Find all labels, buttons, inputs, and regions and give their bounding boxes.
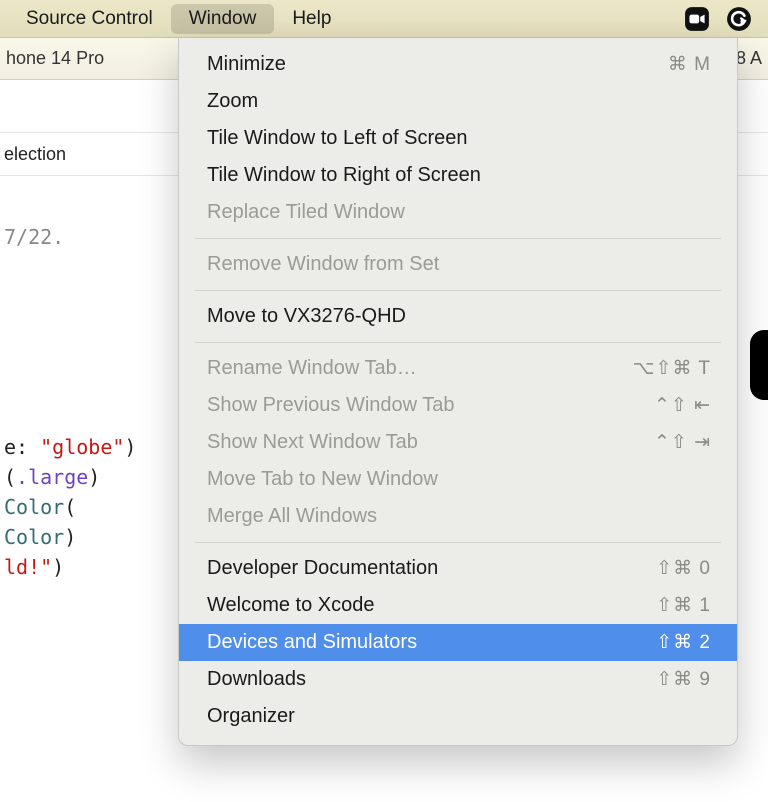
menu-item-label: Downloads: [207, 668, 656, 691]
code-line-5: ld!"): [4, 555, 64, 579]
menu-item-show-previous-window-tab: Show Previous Window Tab⌃⇧ ⇤: [179, 387, 737, 424]
menu-item-label: Move to VX3276-QHD: [207, 305, 711, 328]
menu-item-move-tab-to-new-window: Move Tab to New Window: [179, 461, 737, 498]
toolbar-right-text: 8 A: [736, 48, 764, 69]
menu-item-shortcut: ⇧⌘ 1: [656, 594, 711, 617]
facetime-icon[interactable]: [682, 4, 712, 34]
menu-item-welcome-to-xcode[interactable]: Welcome to Xcode⇧⌘ 1: [179, 587, 737, 624]
menu-item-label: Merge All Windows: [207, 505, 711, 528]
menu-window[interactable]: Window: [171, 4, 275, 34]
menu-item-label: Rename Window Tab…: [207, 357, 633, 380]
menu-item-devices-and-simulators[interactable]: Devices and Simulators⇧⌘ 2: [179, 624, 737, 661]
menu-item-zoom[interactable]: Zoom: [179, 83, 737, 120]
menu-item-label: Welcome to Xcode: [207, 594, 656, 617]
menu-item-shortcut: ⇧⌘ 2: [656, 631, 711, 654]
menu-item-shortcut: ⌘ M: [668, 53, 711, 76]
menu-item-tile-window-to-left-of-screen[interactable]: Tile Window to Left of Screen: [179, 120, 737, 157]
menu-separator: [195, 342, 721, 343]
menu-item-label: Move Tab to New Window: [207, 468, 711, 491]
menu-help[interactable]: Help: [274, 4, 349, 34]
grammarly-icon[interactable]: [724, 4, 754, 34]
menu-item-label: Show Next Window Tab: [207, 431, 654, 454]
menu-item-label: Show Previous Window Tab: [207, 394, 654, 417]
menu-item-developer-documentation[interactable]: Developer Documentation⇧⌘ 0: [179, 550, 737, 587]
menu-item-shortcut: ⌃⇧ ⇤: [654, 394, 711, 417]
preview-device-edge: [750, 330, 768, 400]
menu-item-label: Tile Window to Right of Screen: [207, 164, 711, 187]
menu-item-label: Remove Window from Set: [207, 253, 711, 276]
menu-item-shortcut: ⇧⌘ 0: [656, 557, 711, 580]
code-line-2: (.large): [4, 465, 100, 489]
menu-item-label: Tile Window to Left of Screen: [207, 127, 711, 150]
menu-item-downloads[interactable]: Downloads⇧⌘ 9: [179, 661, 737, 698]
device-selector[interactable]: hone 14 Pro: [4, 48, 104, 69]
code-line-3: Color(: [4, 495, 76, 519]
menu-item-label: Developer Documentation: [207, 557, 656, 580]
menu-item-label: Zoom: [207, 90, 711, 113]
menu-item-label: Minimize: [207, 53, 668, 76]
code-line-1: e: "globe"): [4, 435, 136, 459]
menu-source-control[interactable]: Source Control: [8, 4, 171, 34]
menu-separator: [195, 290, 721, 291]
menu-separator: [195, 238, 721, 239]
code-comment: 7/22.: [4, 225, 64, 249]
menu-item-shortcut: ⌃⇧ ⇥: [654, 431, 711, 454]
menu-item-label: Organizer: [207, 705, 711, 728]
menu-item-move-to-vx3276-qhd[interactable]: Move to VX3276-QHD: [179, 298, 737, 335]
menu-separator: [195, 542, 721, 543]
menu-item-merge-all-windows: Merge All Windows: [179, 498, 737, 535]
breadcrumb-label: election: [4, 144, 66, 165]
menu-item-tile-window-to-right-of-screen[interactable]: Tile Window to Right of Screen: [179, 157, 737, 194]
menu-item-remove-window-from-set: Remove Window from Set: [179, 246, 737, 283]
menu-item-label: Replace Tiled Window: [207, 201, 711, 224]
menu-item-organizer[interactable]: Organizer: [179, 698, 737, 735]
menu-item-minimize[interactable]: Minimize⌘ M: [179, 46, 737, 83]
menu-item-label: Devices and Simulators: [207, 631, 656, 654]
code-line-4: Color): [4, 525, 76, 549]
menu-item-replace-tiled-window: Replace Tiled Window: [179, 194, 737, 231]
menu-item-shortcut: ⌥⇧⌘ T: [633, 357, 711, 380]
menu-item-show-next-window-tab: Show Next Window Tab⌃⇧ ⇥: [179, 424, 737, 461]
window-menu-dropdown: Minimize⌘ M Zoom Tile Window to Left of Sc…: [178, 38, 738, 746]
menubar: Source Control Window Help: [0, 0, 768, 38]
menu-item-rename-window-tab: Rename Window Tab…⌥⇧⌘ T: [179, 350, 737, 387]
menu-item-shortcut: ⇧⌘ 9: [656, 668, 711, 691]
